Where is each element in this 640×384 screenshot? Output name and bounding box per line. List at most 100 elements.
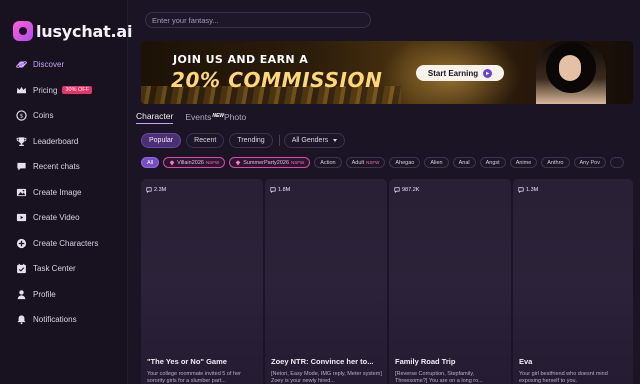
card-title: "The Yes or No" Game [147,357,227,366]
character-card[interactable]: 2.3M "The Yes or No" Game Your college r… [141,179,263,384]
chat-icon [270,187,276,193]
sidebar-item-create-characters[interactable]: Create Characters [0,231,128,257]
card-title: Eva [519,357,533,366]
logo[interactable]: lusychat.ai [13,20,133,42]
user-icon [16,289,27,300]
sidebar-item-label: Discover [33,60,65,70]
chip-anthro[interactable]: Anthro [541,157,570,168]
chip-action[interactable]: Action [314,157,342,168]
views-count: 2.3M [146,187,166,193]
sidebar-item-label: Recent chats [33,162,80,172]
tag-chips: All Villain2026 NSFW SummerParty2026 NSFW … [141,157,640,168]
chip-all[interactable]: All [141,157,160,168]
chat-icon [146,187,152,193]
sort-trending-button[interactable]: Trending [229,133,273,148]
chip-villain2026[interactable]: Villain2026 NSFW [163,157,226,168]
sidebar-item-create-image[interactable]: Create Image [0,180,128,206]
chip-adult[interactable]: Adult NSFW [345,157,386,168]
character-card[interactable]: 987.2K Family Road Trip [Reverse Corrupt… [389,179,511,384]
sort-recent-button[interactable]: Recent [186,133,225,148]
badge-icon [169,159,175,166]
character-card[interactable]: 1.8M Zoey NTR: Convince her to... [Netor… [265,179,387,384]
chevron-down-icon [333,139,338,142]
chip-label: Villain2026 [177,159,204,166]
trophy-icon [16,136,27,147]
sidebar-item-leaderboard[interactable]: Leaderboard [0,129,128,155]
logo-icon [13,21,33,41]
sidebar-item-label: Notifications [33,315,77,325]
gender-select[interactable]: All Genders [283,133,346,148]
sidebar-item-coins[interactable]: $ Coins [0,103,128,129]
plus-circle-icon [16,238,27,249]
chip-label: SummerParty2026 [243,159,290,166]
views-count: 1.3M [518,187,538,193]
chat-icon [16,161,27,172]
views-value: 1.8M [278,187,291,193]
views-count: 1.8M [270,187,290,193]
sidebar-item-discover[interactable]: Discover [0,52,128,78]
tab-character[interactable]: Character [136,111,174,124]
views-count: 987.2K [394,187,419,193]
sidebar-item-create-video[interactable]: Create Video [0,205,128,231]
sidebar-nav: Discover Pricing 30% OFF $ Coins Leaderb… [0,52,128,333]
chip-alien[interactable]: Alien [424,157,449,168]
filter-bar: Popular Recent Trending All Genders [141,133,350,148]
start-earning-button[interactable]: Start Earning ▸ [416,65,504,81]
chat-icon [518,187,524,193]
sidebar-item-profile[interactable]: Profile [0,282,128,308]
logo-text: lusychat.ai [36,21,133,41]
content-tabs: Character EventsNEW Photo [136,109,258,125]
arrow-right-icon: ▸ [483,68,493,78]
chip-anime[interactable]: Anime [509,157,538,168]
chip-summerparty2026[interactable]: SummerParty2026 NSFW [229,157,311,168]
bell-icon [16,314,27,325]
tab-events[interactable]: EventsNEW [185,112,224,122]
views-value: 2.3M [154,187,167,193]
sidebar-item-label: Coins [33,111,54,121]
character-grid: 2.3M "The Yes or No" Game Your college r… [141,179,633,384]
sidebar: lusychat.ai Discover Pricing 30% OFF $ C… [0,0,133,384]
chat-icon [394,187,400,193]
chip-angst[interactable]: Angst [479,157,506,168]
sidebar-item-task-center[interactable]: Task Center [0,256,128,282]
chip-anal[interactable]: Anal [452,157,476,168]
sidebar-item-notifications[interactable]: Notifications [0,307,128,333]
chip-more[interactable] [609,157,624,168]
card-description: [Reverse Corruption, Stepfamily, Threeso… [395,371,483,384]
sidebar-item-label: Task Center [33,264,76,274]
new-badge: NEW [212,113,224,119]
nsfw-tag: NSFW [291,160,305,165]
calendar-check-icon [16,263,27,274]
filter-divider [278,135,280,146]
sidebar-item-label: Profile [33,289,56,299]
views-value: 987.2K [402,187,420,193]
card-description: Your college roommate invited 5 of her s… [147,371,241,384]
sidebar-item-label: Pricing [33,85,58,95]
main-content: Enter your fantasy... JOIN US AND EARN A… [129,0,640,384]
sort-popular-button[interactable]: Popular [141,133,182,148]
views-value: 1.3M [526,187,539,193]
nsfw-tag: NSFW [205,160,220,165]
banner-headline: JOIN US AND EARN A [173,53,309,66]
chip-ahegao[interactable]: Ahegao [389,157,421,168]
card-description: Your girl bestfriend who doesnt mind exp… [519,371,608,384]
sidebar-item-pricing[interactable]: Pricing 30% OFF [0,78,128,104]
chip-any-pov[interactable]: Any Pov [573,157,606,168]
tab-photo[interactable]: Photo [224,112,246,122]
crown-icon [16,85,27,96]
tab-events-label: Events [185,112,212,122]
banner-commission: 20% COMMISSION [171,68,383,92]
sidebar-item-recent-chats[interactable]: Recent chats [0,154,128,180]
search-input[interactable]: Enter your fantasy... [145,12,371,28]
badge-icon [235,159,241,166]
discount-badge: 30% OFF [62,86,92,95]
coin-icon: $ [16,110,27,121]
sidebar-item-label: Create Video [33,213,80,223]
start-earning-label: Start Earning [427,68,479,78]
sidebar-item-label: Create Characters [33,238,99,248]
character-card[interactable]: 1.3M Eva Your girl bestfriend who doesnt… [513,179,633,384]
gender-select-value: All Genders [291,137,329,144]
promo-banner[interactable]: JOIN US AND EARN A 20% COMMISSION Start … [141,41,633,104]
card-title: Zoey NTR: Convince her to... [271,357,374,366]
banner-character-face [559,55,581,81]
